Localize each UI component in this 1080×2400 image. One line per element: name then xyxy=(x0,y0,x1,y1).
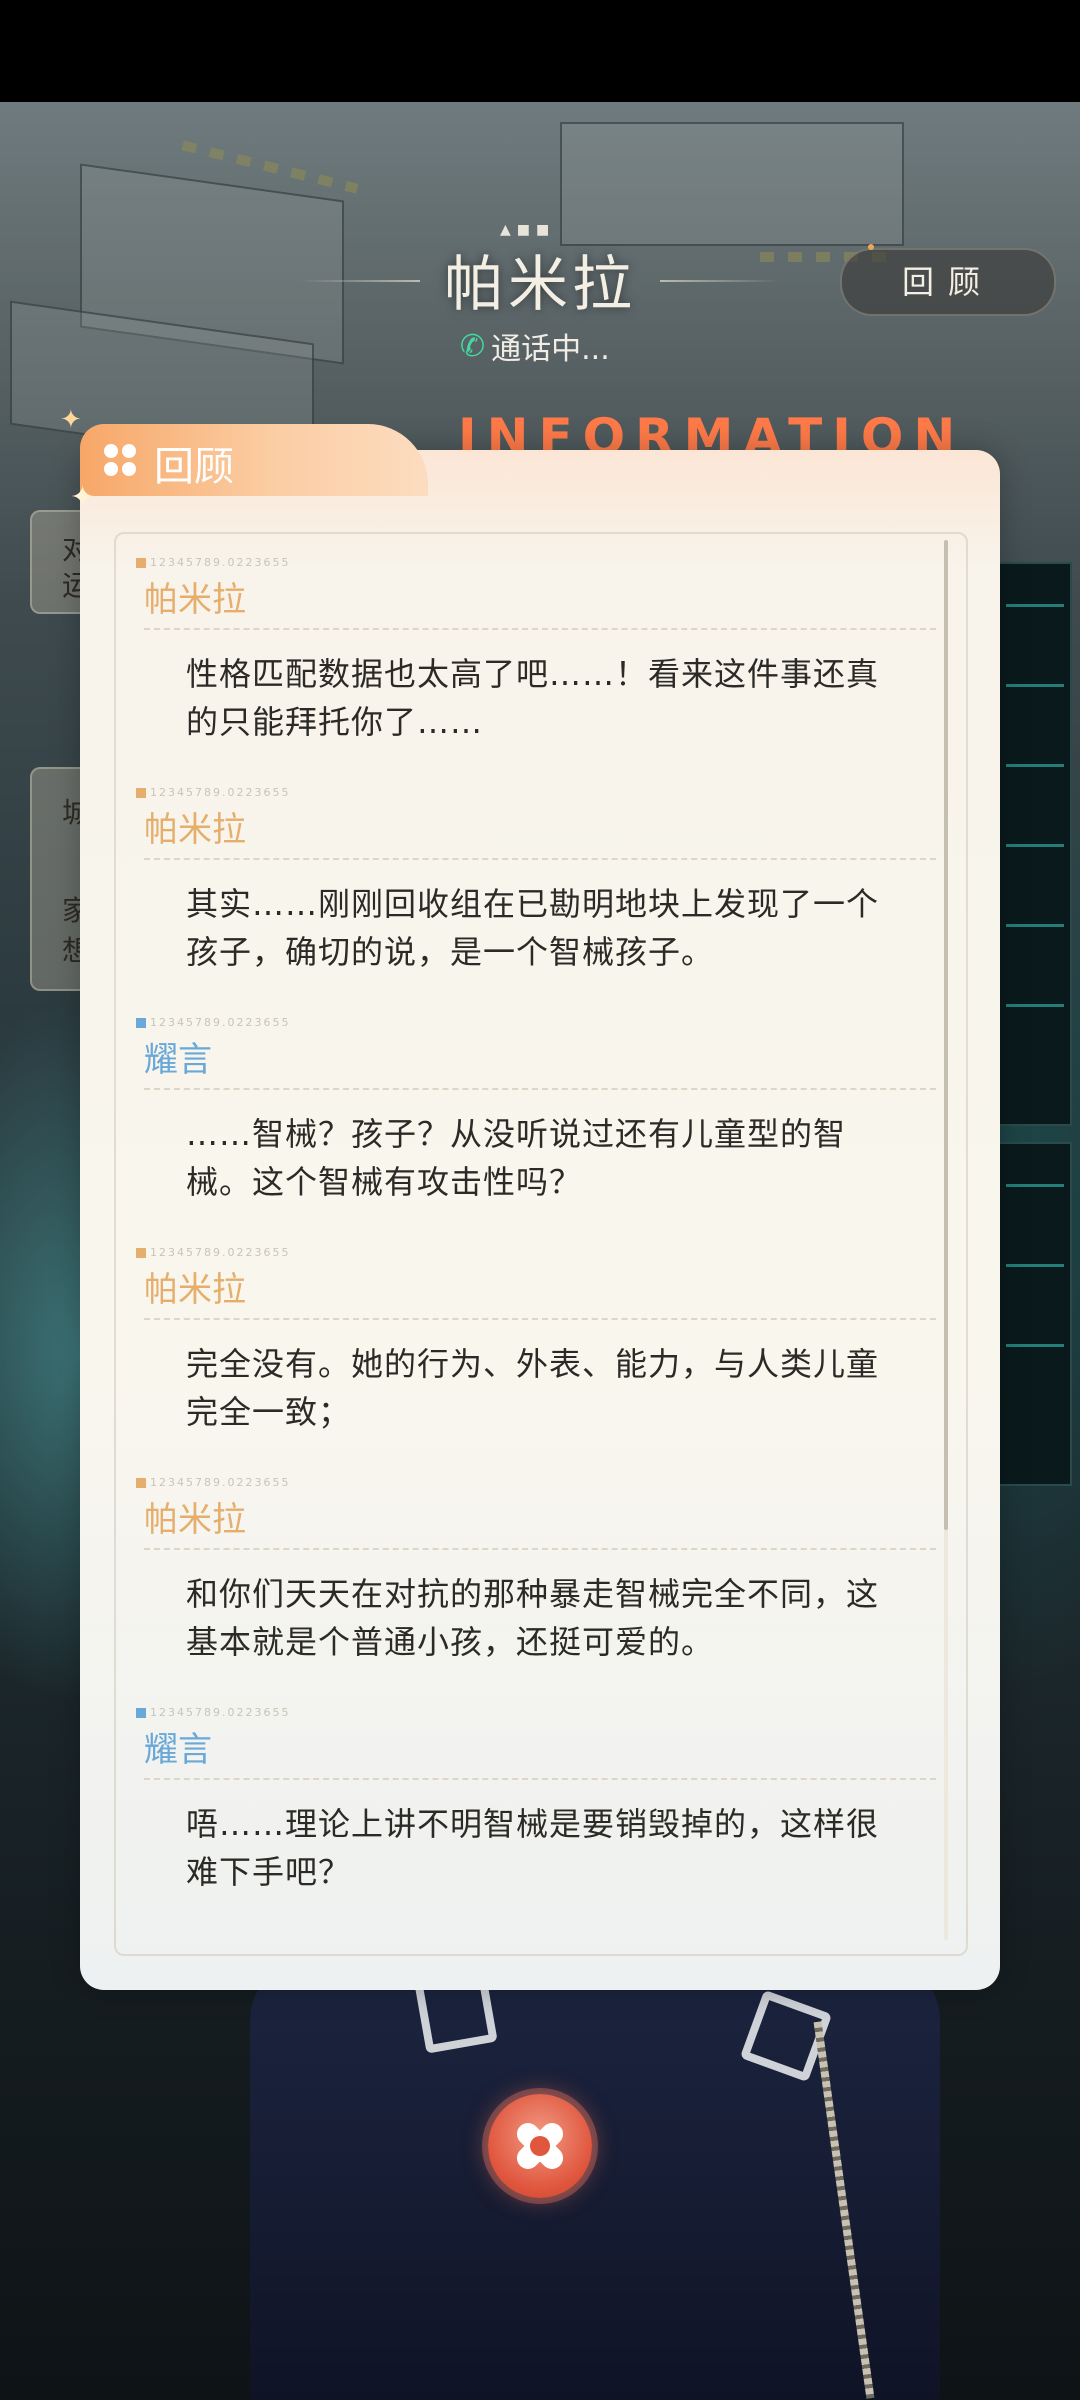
message-item: 12345789.0223655 帕米拉完全没有。她的行为、外表、能力，与人类儿童… xyxy=(116,1246,936,1476)
message-divider xyxy=(144,1548,936,1550)
message-divider xyxy=(144,858,936,860)
speaker-flag-icon xyxy=(136,558,146,568)
message-divider xyxy=(144,628,936,630)
message-meta-code: 12345789.0223655 xyxy=(136,786,290,799)
message-item: 12345789.0223655 帕米拉性格匹配数据也太高了吧……！看来这件事还真… xyxy=(116,556,936,786)
panel-title: 回顾 xyxy=(154,444,234,490)
notification-dot xyxy=(868,244,874,250)
message-speaker: 耀言 xyxy=(144,1730,212,1770)
message-item: 12345789.0223655 帕米拉和你们天天在对抗的那种暴走智械完全不同，这… xyxy=(116,1476,936,1706)
speaker-flag-icon xyxy=(136,1248,146,1258)
scroll-thumb[interactable] xyxy=(944,540,948,1530)
message-meta-code: 12345789.0223655 xyxy=(136,1476,290,1489)
message-text: 性格匹配数据也太高了吧……！看来这件事还真的只能拜托你了…… xyxy=(186,655,880,741)
message-speaker: 帕米拉 xyxy=(144,1270,246,1310)
speaker-flag-icon xyxy=(136,1018,146,1028)
message-meta-code: 12345789.0223655 xyxy=(136,1706,290,1719)
review-panel: 12345789.0223655 帕米拉 性格匹配数据也太高了吧……！看来这件事还真… xyxy=(80,450,1000,1990)
panel-title-tab: 回顾 xyxy=(80,424,428,496)
sparkle-icon: ✦ xyxy=(70,480,96,515)
message-text: 其实……刚刚回收组在已勘明地块上发现了一个孩子，确切的说，是一个智械孩子。 xyxy=(186,885,880,971)
message-list[interactable]: 12345789.0223655 帕米拉 性格匹配数据也太高了吧……！看来这件事还真… xyxy=(116,534,936,1954)
message-speaker: 帕米拉 xyxy=(144,1500,246,1540)
message-speaker: 耀言 xyxy=(144,1040,212,1080)
review-button[interactable]: 回顾 xyxy=(840,244,1056,316)
message-meta-code: 12345789.0223655 xyxy=(136,556,290,569)
message-item: 12345789.0223655 耀言唔……理论上讲不明智械是要销毁掉的，这样很难… xyxy=(116,1706,936,1936)
speaker-flag-icon xyxy=(136,788,146,798)
sparkle-icon: ✦ xyxy=(60,405,82,435)
call-status: ✆ 通话中... xyxy=(460,324,610,368)
phone-icon: ✆ xyxy=(460,328,486,364)
information-banner: INFORMATION xyxy=(458,408,958,450)
message-text: 唔……理论上讲不明智械是要销毁掉的，这样很难下手吧？ xyxy=(186,1805,880,1891)
character-figure xyxy=(250,1960,940,2400)
message-text: ……智械？孩子？从没听说过还有儿童型的智械。这个智械有攻击性吗？ xyxy=(186,1115,847,1201)
message-speaker: 帕米拉 xyxy=(144,580,246,620)
message-text: 完全没有。她的行为、外表、能力，与人类儿童完全一致； xyxy=(186,1345,880,1431)
grid-icon xyxy=(104,444,138,478)
message-frame: 12345789.0223655 帕米拉 性格匹配数据也太高了吧……！看来这件事还真… xyxy=(114,532,968,1956)
message-divider xyxy=(144,1778,936,1780)
message-divider xyxy=(144,1088,936,1090)
message-item: 12345789.0223655 帕米拉其实……刚刚回收组在已勘明地块上发现了一个… xyxy=(116,786,936,1016)
message-meta-code: 12345789.0223655 xyxy=(136,1246,290,1259)
review-button-label: 回顾 xyxy=(901,263,994,301)
message-speaker: 帕米拉 xyxy=(144,810,246,850)
message-text: 和你们天天在对抗的那种暴走智械完全不同，这基本就是个普通小孩，还挺可爱的。 xyxy=(186,1575,880,1661)
close-button[interactable] xyxy=(488,2094,592,2198)
message-meta-code: 12345789.0223655 xyxy=(136,1016,290,1029)
status-bar xyxy=(0,0,1080,102)
message-item: 12345789.0223655 耀言 ……智械？孩子？从没听说过还有儿童型的智械。… xyxy=(116,1016,936,1246)
speaker-flag-icon xyxy=(136,1708,146,1718)
call-status-text: 通话中... xyxy=(491,332,610,367)
message-divider xyxy=(144,1318,936,1320)
speaker-flag-icon xyxy=(136,1478,146,1488)
